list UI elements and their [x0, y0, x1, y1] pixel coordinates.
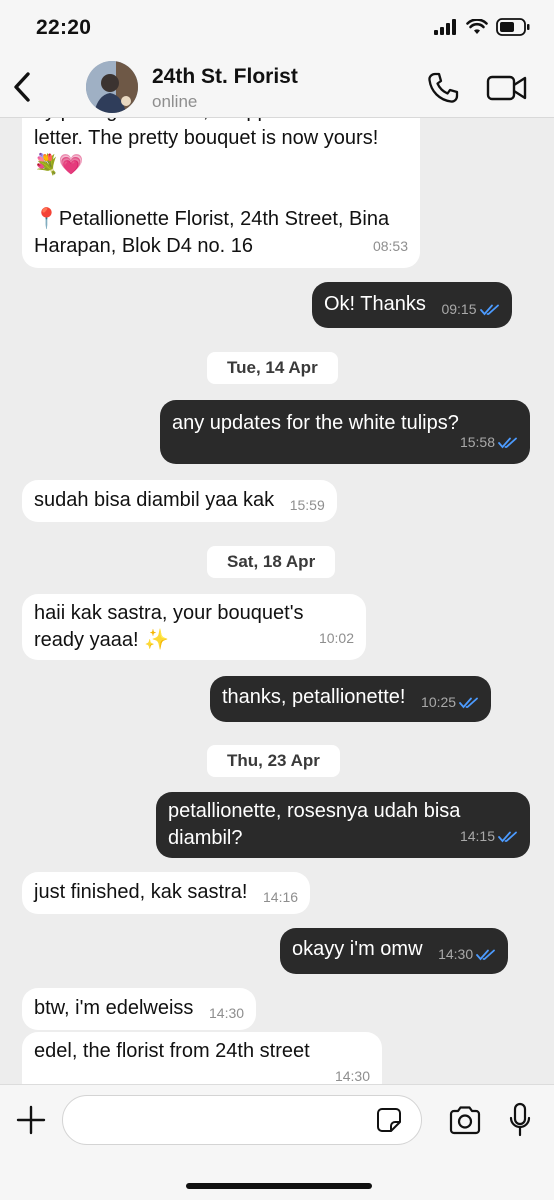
date-separator: Tue, 14 Apr	[207, 352, 338, 384]
camera-icon[interactable]	[448, 1105, 482, 1135]
double-check-icon	[476, 949, 496, 960]
message-bubble-outgoing[interactable]: thanks, petallionette! 10:25	[210, 676, 492, 722]
double-check-icon	[498, 831, 517, 842]
double-check-icon	[479, 304, 499, 315]
message-time: 10:25	[421, 694, 457, 710]
home-indicator	[186, 1183, 372, 1189]
message-text: just finished, kak sastra!	[34, 881, 248, 903]
battery-icon	[496, 18, 530, 36]
message-meta: 14:15	[460, 823, 518, 850]
chevron-left-icon[interactable]	[10, 70, 36, 104]
message-meta: 15:58	[460, 429, 518, 456]
message-text: petallionette, rosesnya udah bisa diambi…	[168, 800, 466, 849]
double-check-icon	[459, 697, 478, 708]
message-bubble-incoming[interactable]: by pure gentleness, wrapped in love lett…	[22, 118, 420, 268]
contact-name[interactable]: 24th St. Florist	[152, 65, 298, 89]
message-text: edel, the florist from 24th street	[34, 1040, 310, 1062]
video-icon[interactable]	[486, 73, 528, 103]
chat-header: 24th St. Florist online	[0, 56, 554, 118]
contact-status: online	[152, 92, 198, 111]
message-text: by pure gentleness, wrapped in love lett…	[34, 118, 390, 257]
message-text: okayy i'm omw	[292, 938, 423, 960]
message-bubble-outgoing[interactable]: any updates for the white tulips? 15:58	[160, 400, 530, 464]
message-meta: 10:25	[421, 689, 479, 716]
microphone-icon[interactable]	[508, 1102, 532, 1138]
message-composer	[0, 1084, 554, 1200]
message-time: 10:02	[318, 630, 354, 646]
phone-icon[interactable]	[426, 71, 460, 105]
status-icons	[434, 18, 530, 36]
message-text: sudah bisa diambil yaa kak	[34, 489, 275, 511]
message-bubble-outgoing[interactable]: petallionette, rosesnya udah bisa diambi…	[156, 792, 530, 858]
message-time: 14:30	[438, 946, 474, 962]
message-bubble-incoming[interactable]: just finished, kak sastra! 14:16	[22, 872, 311, 914]
wifi-icon	[466, 19, 488, 34]
message-time: 14:15	[459, 828, 495, 844]
message-time: 14:16	[263, 889, 299, 905]
date-separator: Sat, 18 Apr	[207, 546, 336, 578]
date-separator: Thu, 23 Apr	[207, 745, 340, 777]
avatar-image	[86, 61, 138, 113]
message-text: haii kak sastra, your bouquet's ready ya…	[34, 602, 310, 651]
sticker-icon[interactable]	[376, 1107, 402, 1133]
message-time: 15:58	[459, 434, 495, 450]
avatar[interactable]	[86, 61, 138, 113]
message-bubble-incoming[interactable]: sudah bisa diambil yaa kak 15:59	[22, 480, 337, 522]
chat-area[interactable]: by pure gentleness, wrapped in love lett…	[0, 118, 554, 1084]
message-input[interactable]	[62, 1095, 422, 1145]
message-time: 09:15	[441, 301, 477, 317]
double-check-icon	[498, 437, 517, 448]
message-text: any updates for the white tulips?	[172, 412, 459, 434]
message-time: 14:30	[334, 1068, 370, 1084]
message-text: Ok! Thanks	[324, 293, 426, 315]
plus-icon[interactable]	[16, 1105, 46, 1135]
message-time: 14:30	[209, 1005, 245, 1021]
message-meta: 14:30	[438, 941, 496, 968]
message-bubble-outgoing[interactable]: Ok! Thanks 09:15	[312, 282, 512, 328]
message-bubble-incoming[interactable]: btw, i'm edelweiss 14:30	[22, 988, 257, 1030]
status-bar: 22:20	[0, 0, 554, 56]
message-bubble-outgoing[interactable]: okayy i'm omw 14:30	[280, 928, 509, 974]
message-meta: 09:15	[441, 296, 499, 323]
message-time: 08:53	[372, 238, 408, 254]
message-text: thanks, petallionette!	[222, 686, 406, 708]
message-time: 15:59	[289, 497, 325, 513]
message-text: btw, i'm edelweiss	[34, 997, 194, 1019]
message-bubble-incoming[interactable]: edel, the florist from 24th street 14:30	[22, 1032, 382, 1084]
message-bubble-incoming[interactable]: haii kak sastra, your bouquet's ready ya…	[22, 594, 366, 660]
status-time: 22:20	[36, 16, 92, 39]
signal-icon	[434, 19, 456, 35]
